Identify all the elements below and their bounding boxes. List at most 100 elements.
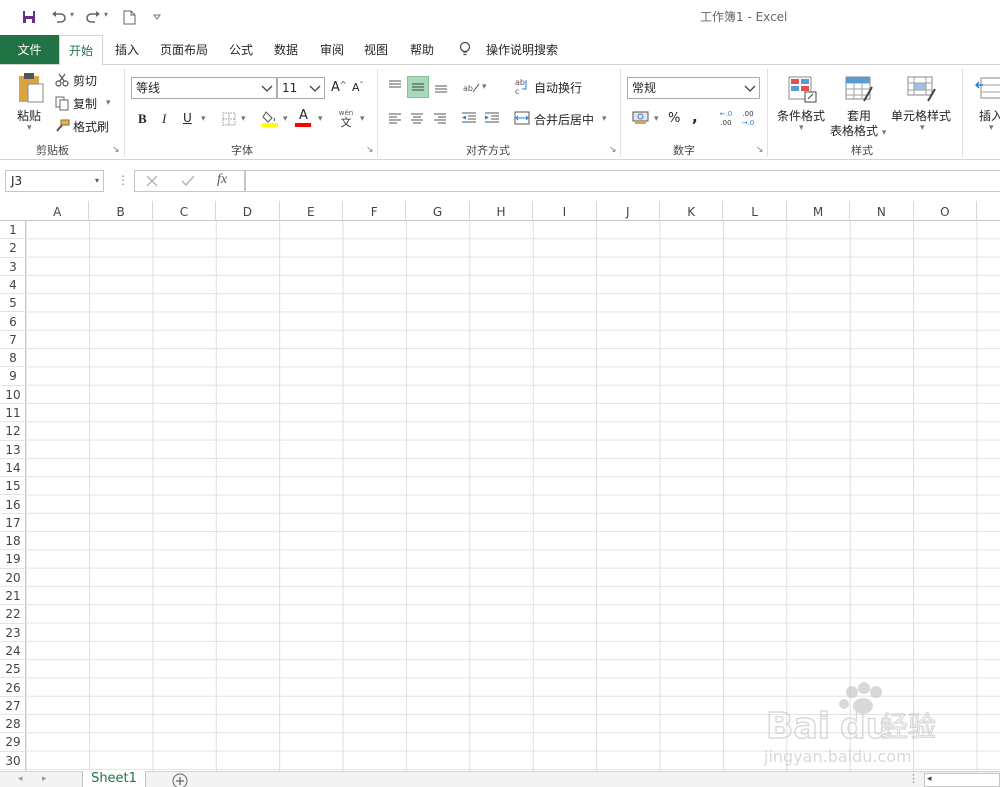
font-color-button[interactable]: A [294, 108, 314, 128]
decrease-decimal-button[interactable]: .00 →.0 [738, 108, 758, 130]
row-header[interactable]: 14 [0, 459, 26, 478]
number-launcher-icon[interactable]: ↘ [756, 145, 764, 155]
align-top-icon[interactable] [385, 76, 405, 96]
orientation-dropdown-icon[interactable]: ▾ [482, 82, 487, 92]
row-header[interactable]: 11 [0, 404, 26, 423]
accounting-dropdown-icon[interactable]: ▾ [654, 114, 659, 124]
tab-insert[interactable]: 插入 [115, 34, 139, 64]
insert-function-button[interactable]: fx [217, 172, 227, 188]
alignment-launcher-icon[interactable]: ↘ [609, 145, 617, 155]
add-sheet-icon[interactable] [172, 773, 188, 787]
align-right-icon[interactable] [430, 108, 450, 128]
row-header[interactable]: 21 [0, 587, 26, 606]
tab-formulas[interactable]: 公式 [229, 34, 253, 64]
column-header[interactable]: L [723, 201, 787, 221]
tab-file[interactable]: 文件 [0, 35, 59, 64]
row-header[interactable]: 12 [0, 422, 26, 441]
conditional-formatting-button[interactable]: 条件格式 [777, 107, 825, 124]
row-header[interactable]: 15 [0, 477, 26, 496]
name-box[interactable]: J3 ▾ [5, 170, 104, 192]
new-file-icon[interactable] [120, 8, 138, 26]
merge-center-button[interactable]: 合并后居中 [534, 111, 594, 128]
row-header[interactable]: 23 [0, 624, 26, 642]
align-middle-icon[interactable] [407, 76, 429, 98]
row-header[interactable]: 26 [0, 679, 26, 697]
name-box-dropdown-icon[interactable]: ▾ [95, 171, 99, 191]
conditional-formatting-icon[interactable] [785, 73, 819, 105]
column-header[interactable]: I [533, 201, 597, 221]
scroll-sheets-right-icon[interactable]: ▸ [42, 774, 47, 784]
row-header[interactable]: 25 [0, 660, 26, 679]
insert-cells-icon[interactable] [975, 73, 1000, 105]
orientation-icon[interactable]: ab [461, 77, 481, 97]
column-header[interactable]: G [406, 201, 470, 221]
row-header[interactable]: 20 [0, 569, 26, 587]
decrease-indent-icon[interactable] [459, 108, 479, 128]
tab-data[interactable]: 数据 [274, 34, 298, 64]
sheet-tab[interactable]: Sheet1 [82, 771, 146, 787]
fill-color-dropdown-icon[interactable]: ▾ [283, 114, 288, 124]
formula-bar-grip-icon[interactable]: ⋮ [117, 173, 129, 189]
row-header[interactable]: 30 [0, 752, 26, 770]
copy-dropdown-icon[interactable]: ▾ [106, 98, 111, 108]
scissors-icon[interactable] [54, 72, 70, 88]
percent-style-button[interactable]: % [668, 111, 680, 126]
row-header[interactable]: 28 [0, 715, 26, 734]
column-header[interactable]: F [343, 201, 407, 221]
tab-split-grip-icon[interactable]: ⋮ [908, 772, 919, 785]
increase-indent-icon[interactable] [482, 108, 502, 128]
row-header[interactable]: 27 [0, 697, 26, 716]
tell-me-search[interactable]: 操作说明搜索 [486, 34, 558, 64]
save-icon[interactable] [20, 8, 38, 26]
font-color-dropdown-icon[interactable]: ▾ [318, 114, 323, 124]
column-header[interactable]: N [850, 201, 914, 221]
clipboard-launcher-icon[interactable]: ↘ [112, 145, 120, 155]
cell-styles-dropdown-icon[interactable]: ▾ [920, 123, 925, 133]
cancel-icon[interactable] [145, 174, 159, 188]
row-header[interactable]: 10 [0, 386, 26, 404]
tab-home[interactable]: 开始 [59, 35, 103, 65]
customize-toolbar-icon[interactable] [150, 8, 164, 26]
italic-button[interactable]: I [162, 111, 166, 127]
phonetic-dropdown-icon[interactable]: ▾ [360, 114, 365, 124]
row-header[interactable]: 4 [0, 276, 26, 295]
column-header[interactable]: H [470, 201, 534, 221]
tab-page-layout[interactable]: 页面布局 [160, 34, 208, 64]
column-header[interactable]: B [89, 201, 153, 221]
row-header[interactable]: 6 [0, 313, 26, 331]
insert-cells-button[interactable]: 插入 [979, 107, 1000, 124]
row-header[interactable]: 17 [0, 514, 26, 533]
column-header[interactable]: J [597, 201, 660, 221]
cell-styles-icon[interactable] [904, 73, 938, 105]
row-header[interactable]: 7 [0, 331, 26, 350]
cut-button[interactable]: 剪切 [73, 72, 97, 89]
wrap-text-button[interactable]: 自动换行 [534, 79, 582, 96]
number-format-select[interactable]: 常规 [627, 77, 760, 99]
merge-center-icon[interactable] [513, 108, 531, 128]
horizontal-scrollbar[interactable]: ◂ [924, 773, 1000, 787]
formula-input[interactable] [245, 170, 1000, 192]
decrease-font-size-button[interactable]: Aˇ [352, 81, 364, 94]
row-header[interactable]: 13 [0, 441, 26, 459]
comma-style-button[interactable]: , [692, 108, 698, 126]
align-bottom-icon[interactable] [431, 76, 451, 98]
format-as-table-button[interactable]: 表格格式 ▾ [830, 122, 886, 139]
accounting-format-icon[interactable] [630, 108, 652, 128]
row-header[interactable]: 24 [0, 642, 26, 661]
tab-review[interactable]: 审阅 [320, 34, 344, 64]
font-launcher-icon[interactable]: ↘ [366, 145, 374, 155]
format-painter-icon[interactable] [54, 118, 70, 134]
font-size-select[interactable]: 11 [277, 77, 325, 99]
row-header[interactable]: 16 [0, 496, 26, 514]
bold-button[interactable]: B [138, 111, 147, 127]
copy-button[interactable]: 复制 [73, 95, 97, 112]
increase-font-size-button[interactable]: A^ [331, 80, 347, 95]
row-header[interactable]: 5 [0, 294, 26, 313]
row-header[interactable]: 1 [0, 221, 26, 240]
tab-view[interactable]: 视图 [364, 34, 388, 64]
column-header[interactable]: M [787, 201, 851, 221]
redo-icon[interactable] [84, 8, 102, 26]
column-header[interactable]: E [280, 201, 343, 221]
wrap-text-icon[interactable]: ab c [513, 76, 531, 96]
enter-icon[interactable] [180, 174, 196, 188]
